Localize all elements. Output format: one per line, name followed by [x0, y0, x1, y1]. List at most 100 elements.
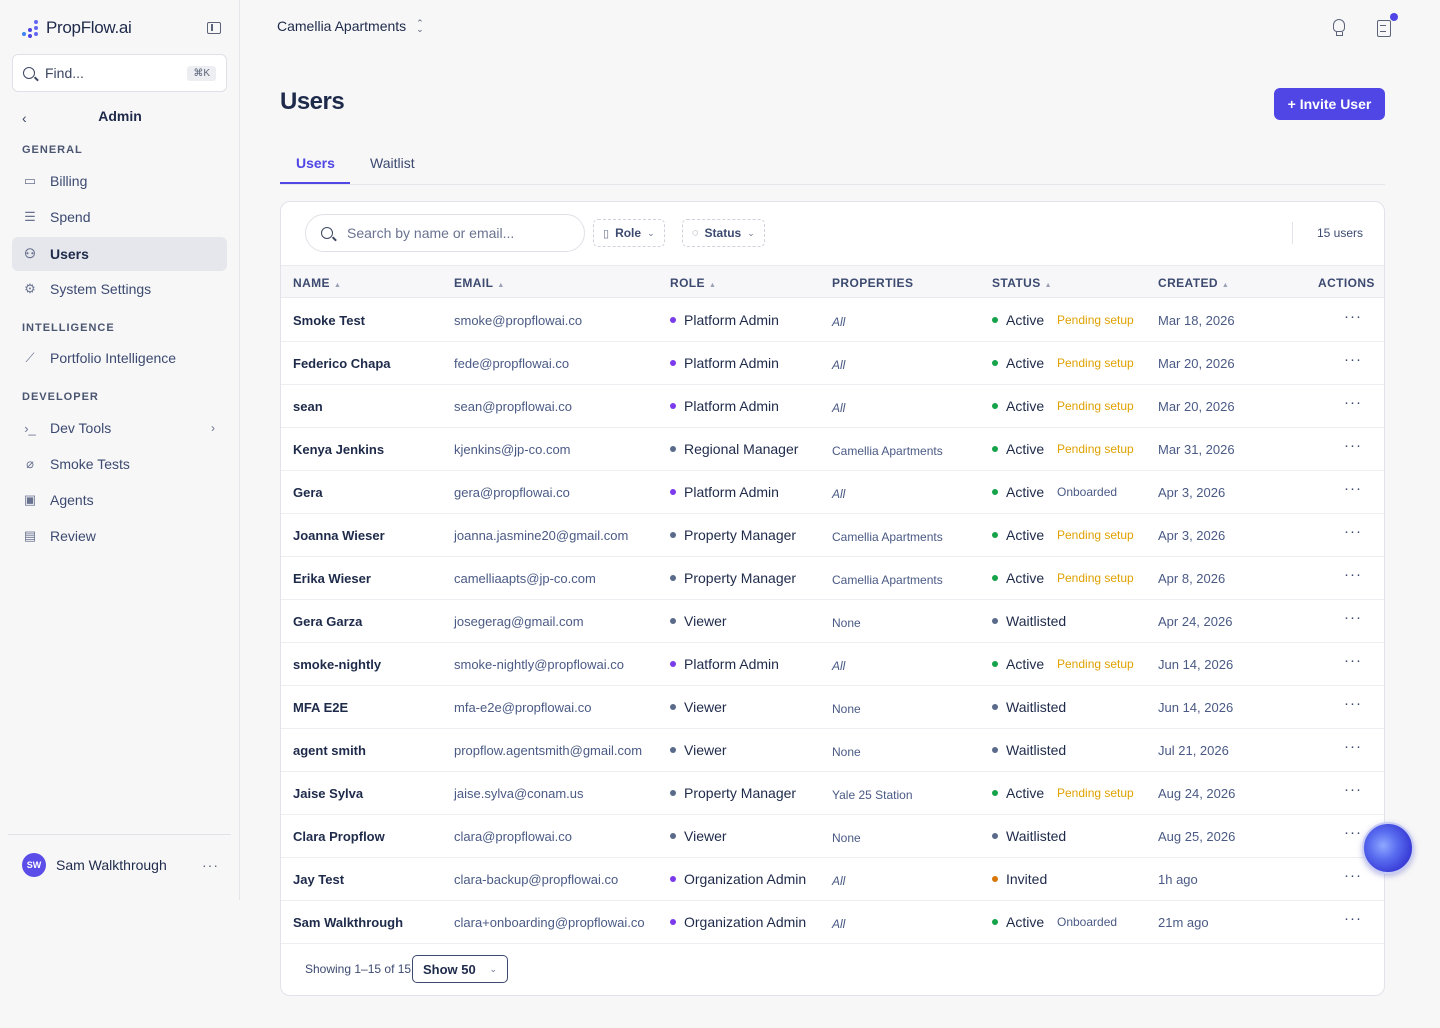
page-size-select[interactable]: Show 50 ⌄	[412, 955, 508, 983]
row-actions-icon[interactable]: ···	[1344, 738, 1362, 755]
role-dot	[670, 876, 676, 883]
col-role[interactable]: ROLE ▲	[670, 276, 716, 290]
row-actions-icon[interactable]: ···	[1344, 824, 1362, 841]
created-cell: Aug 24, 2026	[1158, 786, 1236, 801]
row-actions-icon[interactable]: ···	[1344, 437, 1362, 454]
sidebar-item-users[interactable]: ⚇ Users	[12, 237, 227, 271]
sidebar-item-label: Review	[50, 528, 96, 544]
search-input[interactable]: Search by name or email...	[305, 214, 585, 252]
role-dot	[670, 489, 676, 496]
table-row[interactable]: Jaise Sylva jaise.sylva@conam.us Property …	[281, 772, 1384, 815]
tab-users[interactable]: Users	[296, 155, 335, 171]
user-name-cell: Sam Walkthrough	[293, 915, 404, 930]
sidebar-item-label: Dev Tools	[50, 420, 112, 436]
col-created[interactable]: CREATED ▲	[1158, 276, 1229, 290]
invite-user-button[interactable]: + Invite User	[1274, 88, 1385, 120]
sidebar-toggle-icon[interactable]	[207, 22, 221, 34]
sidebar-item-agents[interactable]: ▣ Agents	[12, 483, 227, 517]
setup-status-badge: Pending setup	[1057, 356, 1134, 370]
status-dot	[992, 360, 998, 367]
table-row[interactable]: Joanna Wieser joanna.jasmine20@gmail.com P…	[281, 514, 1384, 557]
sort-icon: ▲	[497, 282, 505, 289]
table-row[interactable]: Clara Propflow clara@propflowai.co Viewer N…	[281, 815, 1384, 858]
row-actions-icon[interactable]: ···	[1344, 566, 1362, 583]
table-row[interactable]: Gera Garza josegerag@gmail.com Viewer None W…	[281, 600, 1384, 643]
table-row[interactable]: sean sean@propflowai.co Platform Admin All A…	[281, 385, 1384, 428]
assistant-orb-button[interactable]	[1362, 822, 1414, 874]
table-row[interactable]: Erika Wieser camelliaapts@jp-co.com Proper…	[281, 557, 1384, 600]
tab-waitlist[interactable]: Waitlist	[370, 155, 415, 171]
sidebar-item-spend[interactable]: ☰ Spend	[12, 200, 227, 234]
properties-cell: All	[832, 401, 846, 415]
row-actions-icon[interactable]: ···	[1344, 523, 1362, 540]
role-dot	[670, 747, 676, 754]
role-dot	[670, 446, 676, 453]
table-row[interactable]: Federico Chapa fede@propflowai.co Platform…	[281, 342, 1384, 385]
sidebar-item-dev-tools[interactable]: ›_ Dev Tools ›	[12, 411, 227, 445]
lightbulb-icon[interactable]	[1330, 18, 1348, 38]
properties-cell: None	[832, 745, 861, 759]
row-actions-icon[interactable]: ···	[1344, 781, 1362, 798]
status-cell: Waitlisted	[992, 828, 1066, 844]
row-actions-icon[interactable]: ···	[1344, 695, 1362, 712]
row-actions-icon[interactable]: ···	[1344, 652, 1362, 669]
role-dot	[670, 618, 676, 625]
table-row[interactable]: Sam Walkthrough clara+onboarding@propflow…	[281, 901, 1384, 944]
row-actions-icon[interactable]: ···	[1344, 480, 1362, 497]
search-placeholder: Search by name or email...	[347, 225, 515, 241]
table-row[interactable]: Smoke Test smoke@propflowai.co Platform Ad…	[281, 299, 1384, 342]
created-cell: Mar 31, 2026	[1158, 442, 1235, 457]
col-status[interactable]: STATUS ▲	[992, 276, 1052, 290]
setup-status-badge: Onboarded	[1057, 485, 1118, 499]
search-icon	[321, 227, 333, 239]
status-cell: Active	[992, 570, 1044, 586]
table-row[interactable]: MFA E2E mfa-e2e@propflowai.co Viewer None Wa…	[281, 686, 1384, 729]
notification-dot	[1390, 13, 1398, 21]
sidebar-item-label: Smoke Tests	[50, 456, 130, 472]
app-logo: PropFlow.ai	[46, 18, 132, 37]
sidebar-item-review[interactable]: ▤ Review	[12, 519, 227, 553]
created-cell: Apr 24, 2026	[1158, 614, 1233, 629]
row-actions-icon[interactable]: ···	[1344, 394, 1362, 411]
property-selector[interactable]: Camellia Apartments ⌃ ⌄	[277, 18, 424, 34]
main-content: Camellia Apartments ⌃ ⌄ Users + Invite Us…	[240, 0, 1440, 1028]
table-row[interactable]: Kenya Jenkins kjenkins@jp-co.com Regional …	[281, 428, 1384, 471]
status-cell: Waitlisted	[992, 699, 1066, 715]
find-placeholder: Find...	[45, 65, 84, 81]
user-menu[interactable]: SW Sam Walkthrough ···	[8, 834, 231, 894]
row-actions-icon[interactable]: ···	[1344, 351, 1362, 368]
setup-status-badge: Pending setup	[1057, 442, 1134, 456]
role-cell: Organization Admin	[670, 871, 806, 887]
status-cell: Active	[992, 355, 1044, 371]
row-actions-icon[interactable]: ···	[1344, 867, 1362, 884]
sidebar-item-label: Portfolio Intelligence	[50, 350, 177, 366]
sort-icon: ▲	[708, 282, 717, 289]
table-row[interactable]: Jay Test clara-backup@propflowai.co Organi…	[281, 858, 1384, 901]
table-row[interactable]: smoke-nightly smoke-nightly@propflowai.co…	[281, 643, 1384, 686]
created-cell: Apr 3, 2026	[1158, 528, 1226, 543]
sidebar-item-billing[interactable]: ▭ Billing	[12, 164, 227, 198]
row-actions-icon[interactable]: ···	[1344, 308, 1362, 325]
properties-cell: All	[832, 487, 846, 501]
table-row[interactable]: agent smith propflow.agentsmith@gmail.com…	[281, 729, 1384, 772]
sidebar-item-system-settings[interactable]: ⚙ System Settings	[12, 272, 227, 306]
role-filter[interactable]: ▯ Role ⌄	[593, 219, 665, 247]
logo-row: PropFlow.ai	[22, 16, 221, 40]
row-actions-icon[interactable]: ···	[1344, 910, 1362, 927]
col-name[interactable]: NAME ▲	[293, 276, 341, 290]
status-filter[interactable]: ◌ Status ⌄	[682, 219, 765, 247]
email-cell: clara@propflowai.co	[454, 829, 572, 844]
sidebar-item-portfolio-intelligence[interactable]: ⟋ Portfolio Intelligence	[12, 341, 227, 375]
document-icon[interactable]	[1375, 18, 1393, 38]
email-cell: kjenkins@jp-co.com	[454, 442, 571, 457]
sidebar-item-smoke-tests[interactable]: ⌀ Smoke Tests	[12, 447, 227, 481]
setup-status-badge: Pending setup	[1057, 399, 1134, 413]
col-email[interactable]: EMAIL ▲	[454, 276, 505, 290]
more-icon[interactable]: ···	[202, 857, 219, 873]
credit-card-icon: ▭	[23, 173, 37, 188]
find-input[interactable]: Find... ⌘K	[12, 54, 227, 92]
sidebar-item-label: Agents	[50, 492, 94, 508]
table-row[interactable]: Gera gera@propflowai.co Platform Admin All A…	[281, 471, 1384, 514]
row-actions-icon[interactable]: ···	[1344, 609, 1362, 626]
email-cell: camelliaapts@jp-co.com	[454, 571, 596, 586]
